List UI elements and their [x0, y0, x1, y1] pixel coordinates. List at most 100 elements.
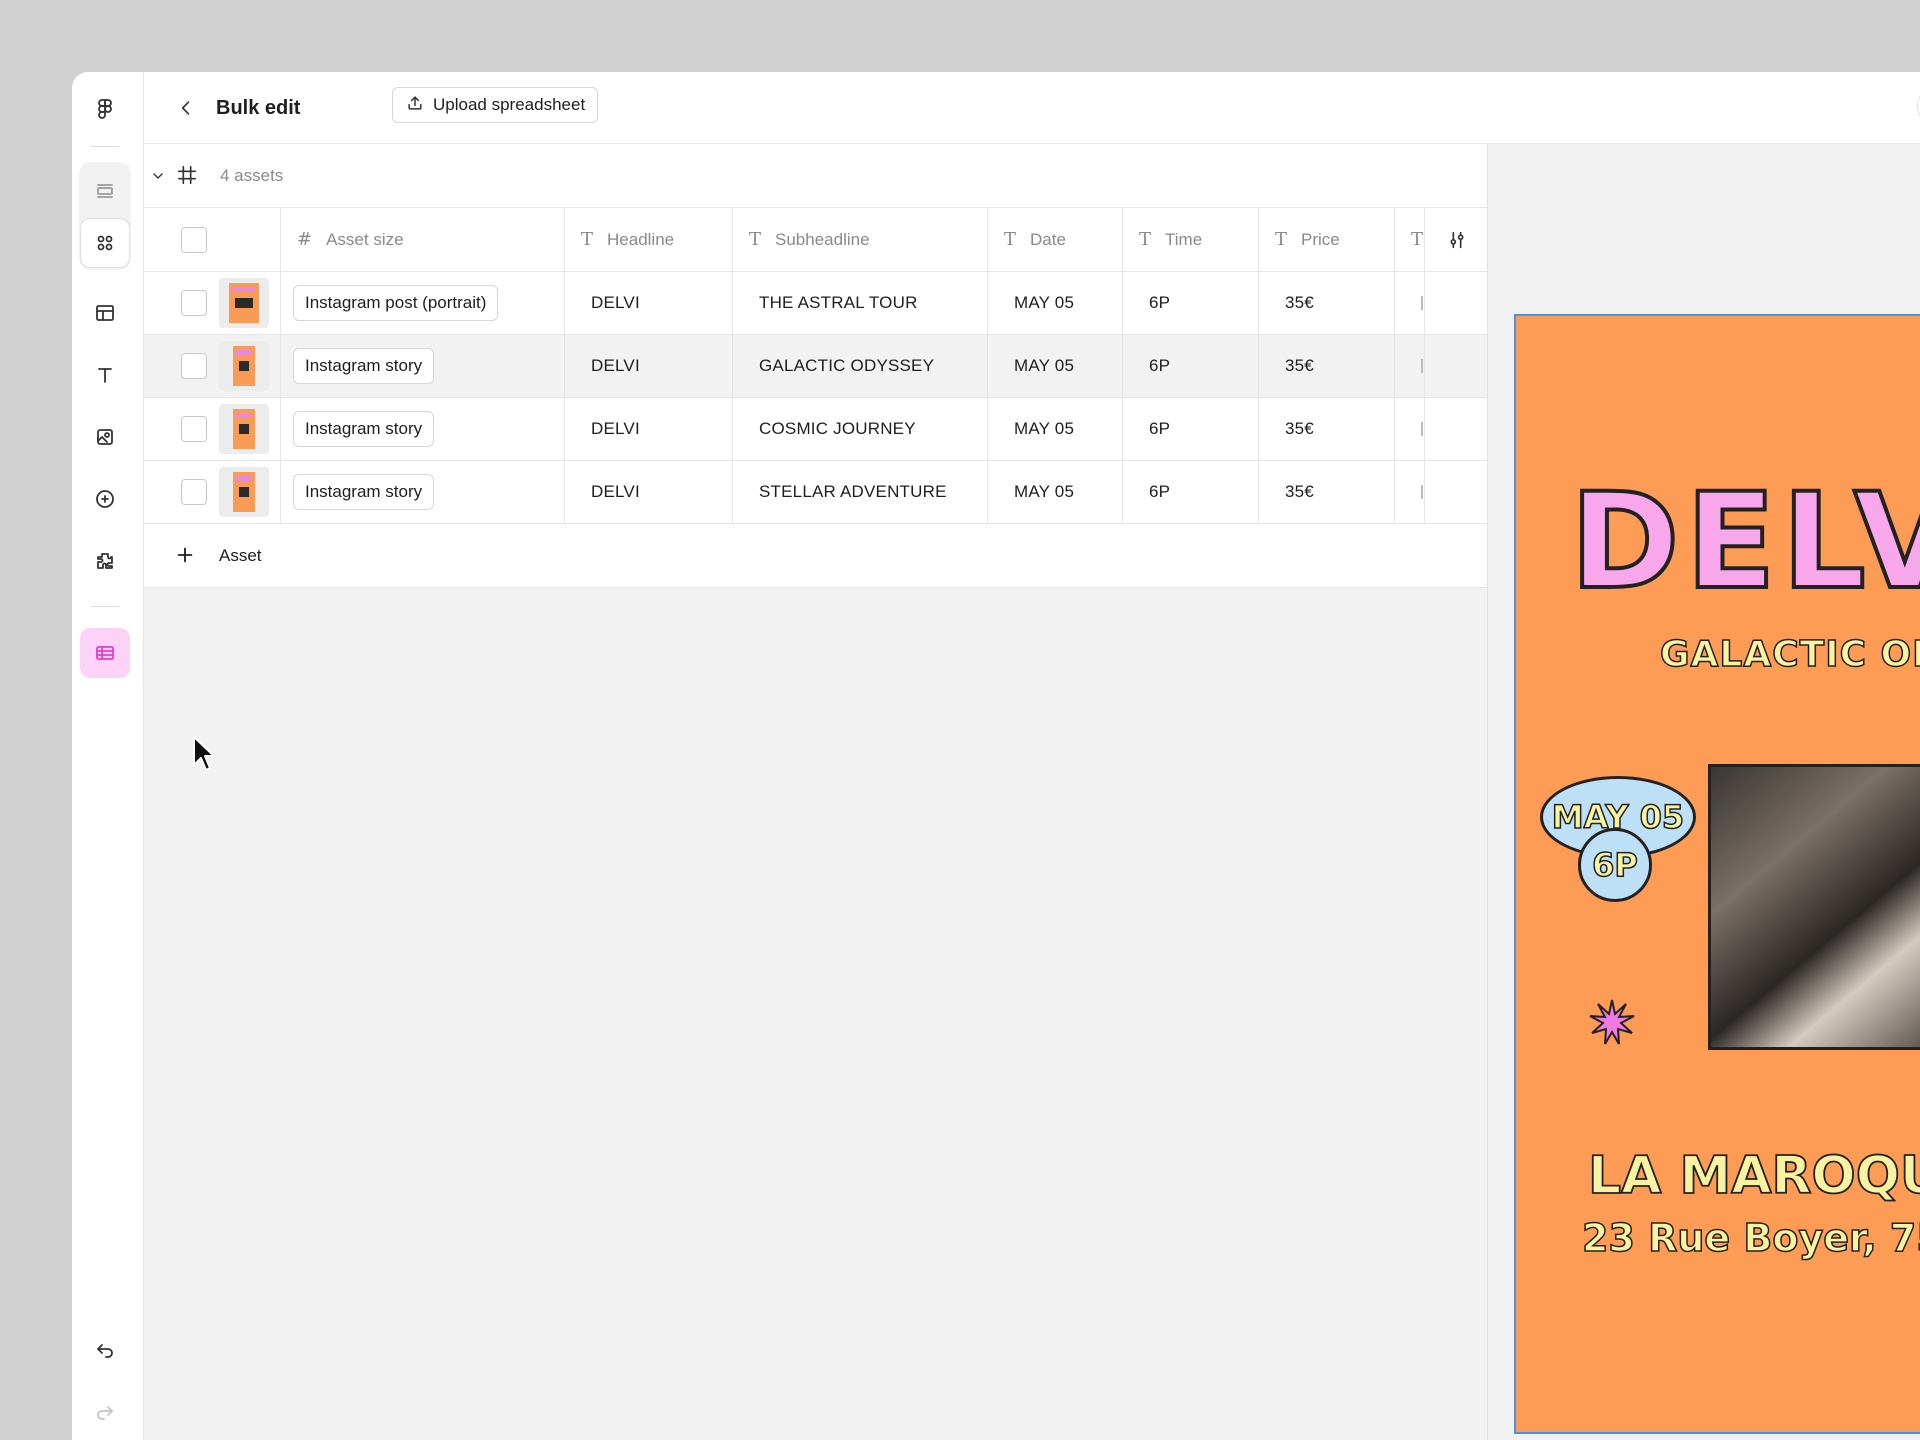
truncated-cell[interactable] — [1395, 335, 1425, 397]
add-asset-button[interactable]: Asset — [144, 524, 1487, 588]
table-row[interactable]: Instagram post (portrait) DELVI THE ASTR… — [144, 272, 1487, 335]
asset-size-cell[interactable]: Instagram story — [281, 335, 565, 397]
column-header-asset-size[interactable]: # Asset size — [281, 208, 565, 271]
column-header-date[interactable]: T Date — [988, 208, 1123, 271]
starburst-icon — [1588, 998, 1636, 1046]
column-header-headline[interactable]: T Headline — [565, 208, 733, 271]
subheadline-cell[interactable]: GALACTIC ODYSSEY — [733, 335, 988, 397]
subheadline-cell[interactable]: THE ASTRAL TOUR — [733, 272, 988, 334]
plugins-icon[interactable] — [80, 536, 130, 586]
row-checkbox[interactable] — [181, 479, 207, 505]
row-end-cell — [1425, 398, 1488, 460]
row-end-cell — [1425, 272, 1488, 334]
collapse-chevron-icon[interactable] — [150, 168, 166, 184]
truncated-cell[interactable] — [1395, 398, 1425, 460]
layers-icon[interactable] — [80, 166, 130, 216]
column-label: Asset size — [326, 229, 404, 249]
date-cell[interactable]: MAY 05 — [988, 272, 1123, 334]
row-checkbox[interactable] — [181, 353, 207, 379]
redo-icon[interactable] — [80, 1386, 130, 1436]
row-checkbox[interactable] — [181, 416, 207, 442]
column-header-time[interactable]: T Time — [1123, 208, 1259, 271]
column-label: Subheadline — [775, 229, 870, 249]
column-header-price[interactable]: T Price — [1259, 208, 1395, 271]
bulk-edit-panel: 4 assets # Asset size T Headline T Subhe… — [144, 144, 1488, 1440]
bulk-edit-table-icon[interactable] — [80, 628, 130, 678]
time-cell[interactable]: 6P — [1123, 272, 1259, 334]
selected-asset-preview[interactable]: DELVI GALACTIC ODYSSEY MAY 05 6P LA MARO… — [1514, 314, 1920, 1434]
time-cell[interactable]: 6P — [1123, 461, 1259, 523]
cell-value: MAY 05 — [1014, 419, 1075, 438]
table-row[interactable]: Instagram story DELVI COSMIC JOURNEY MAY… — [144, 398, 1487, 461]
date-cell[interactable]: MAY 05 — [988, 398, 1123, 460]
subheadline-cell[interactable]: COSMIC JOURNEY — [733, 398, 988, 460]
upload-spreadsheet-button[interactable]: Upload spreadsheet — [392, 87, 599, 123]
mouse-cursor-icon — [192, 735, 218, 775]
date-cell[interactable]: MAY 05 — [988, 461, 1123, 523]
column-header-truncated[interactable]: T — [1395, 208, 1425, 271]
row-checkbox[interactable] — [181, 290, 207, 316]
row-select-cell — [144, 335, 281, 397]
date-cell[interactable]: MAY 05 — [988, 335, 1123, 397]
cell-value: STELLAR ADVENTURE — [759, 482, 947, 501]
asset-size-pill[interactable]: Instagram story — [293, 348, 435, 384]
cell-value: MAY 05 — [1014, 482, 1075, 501]
add-circle-icon[interactable] — [80, 474, 130, 524]
asset-thumbnail — [219, 341, 269, 391]
truncated-cell[interactable] — [1395, 461, 1425, 523]
cell-value: 35€ — [1285, 482, 1314, 501]
truncated-cell[interactable] — [1395, 272, 1425, 334]
preview-canvas: DELVI GALACTIC ODYSSEY MAY 05 6P LA MARO… — [1488, 144, 1920, 1440]
text-type-icon: T — [581, 229, 594, 250]
truncated-value — [1421, 485, 1423, 499]
rail-divider — [91, 606, 119, 607]
cell-value: 6P — [1149, 482, 1171, 501]
back-chevron-icon[interactable] — [172, 94, 200, 122]
rail-divider — [91, 146, 119, 147]
poster-photo — [1708, 764, 1920, 1050]
price-cell[interactable]: 35€ — [1259, 461, 1395, 523]
assets-grid-icon[interactable] — [80, 218, 130, 268]
headline-cell[interactable]: DELVI — [565, 398, 733, 460]
time-cell[interactable]: 6P — [1123, 335, 1259, 397]
text-type-icon: T — [749, 229, 762, 250]
column-header-subheadline[interactable]: T Subheadline — [733, 208, 988, 271]
price-cell[interactable]: 35€ — [1259, 398, 1395, 460]
subheadline-cell[interactable]: STELLAR ADVENTURE — [733, 461, 988, 523]
undo-icon[interactable] — [80, 1324, 130, 1374]
layout-template-icon[interactable] — [80, 288, 130, 338]
price-cell[interactable]: 35€ — [1259, 272, 1395, 334]
table-row[interactable]: Instagram story DELVI GALACTIC ODYSSEY M… — [144, 335, 1487, 398]
column-settings-icon[interactable] — [1425, 208, 1488, 271]
headline-cell[interactable]: DELVI — [565, 461, 733, 523]
frame-icon — [176, 164, 198, 186]
headline-cell[interactable]: DELVI — [565, 335, 733, 397]
cell-value: GALACTIC ODYSSEY — [759, 356, 935, 375]
cell-value: MAY 05 — [1014, 356, 1075, 375]
plus-icon — [174, 544, 196, 566]
table-header-row: # Asset size T Headline T Subheadline T … — [144, 208, 1487, 272]
asset-size-cell[interactable]: Instagram story — [281, 398, 565, 460]
time-cell[interactable]: 6P — [1123, 398, 1259, 460]
image-tool-icon[interactable] — [80, 412, 130, 462]
cell-value: DELVI — [591, 293, 640, 312]
row-end-cell — [1425, 335, 1488, 397]
app-window: Bulk edit Upload spreadsheet 4 assets # … — [72, 72, 1920, 1440]
asset-size-cell[interactable]: Instagram story — [281, 461, 565, 523]
text-tool-icon[interactable] — [80, 350, 130, 400]
asset-size-pill[interactable]: Instagram story — [293, 474, 435, 510]
poster-time-bubble: 6P — [1578, 828, 1652, 902]
figma-logo-icon[interactable] — [80, 84, 130, 134]
poster-time: 6P — [1591, 845, 1638, 885]
row-end-cell — [1425, 461, 1488, 523]
price-cell[interactable]: 35€ — [1259, 335, 1395, 397]
column-label: Price — [1301, 229, 1340, 249]
asset-size-cell[interactable]: Instagram post (portrait) — [281, 272, 565, 334]
headline-cell[interactable]: DELVI — [565, 272, 733, 334]
asset-size-pill[interactable]: Instagram post (portrait) — [293, 285, 499, 321]
text-type-icon: T — [1139, 229, 1152, 250]
table-row[interactable]: Instagram story DELVI STELLAR ADVENTURE … — [144, 461, 1487, 524]
asset-size-pill[interactable]: Instagram story — [293, 411, 435, 447]
select-all-checkbox[interactable] — [181, 226, 207, 253]
cell-value: 6P — [1149, 293, 1171, 312]
